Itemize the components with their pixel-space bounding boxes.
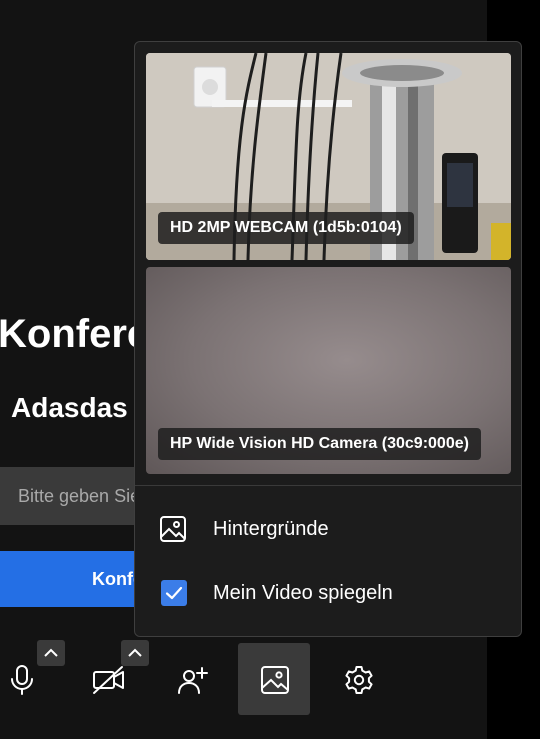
name-input[interactable]: Bitte geben Sie [0,467,150,525]
image-icon [160,516,186,542]
camera-label: HD 2MP WEBCAM (1d5b:0104) [158,212,414,244]
join-button[interactable]: Konferenz [0,551,180,607]
camera-label: HP Wide Vision HD Camera (30c9:000e) [158,428,481,460]
camera-button[interactable] [70,643,142,715]
checkmark-icon [165,586,183,600]
add-person-icon [178,667,208,694]
meeting-name: Adasdas [11,392,128,423]
microphone-button[interactable] [0,643,58,715]
camera-off-icon [93,666,124,694]
camera-preview-hp-wide-vision[interactable]: HP Wide Vision HD Camera (30c9:000e) [146,267,511,474]
menu-divider [135,485,521,486]
name-input-placeholder: Bitte geben Sie [18,486,141,506]
backgrounds-label: Hintergründe [213,518,329,540]
gear-icon [345,666,373,694]
video-settings-popup: HD 2MP WEBCAM (1d5b:0104) HP Wide Vision… [134,41,522,637]
mirror-video-label: Mein Video spiegeln [213,582,393,604]
mirror-video-menu-item[interactable]: Mein Video spiegeln [135,568,521,616]
background-button[interactable] [238,643,310,715]
invite-button[interactable] [153,643,225,715]
microphone-icon [11,665,33,695]
image-icon [261,666,289,694]
meeting-toolbar [0,640,487,720]
mirror-video-checkbox[interactable] [161,580,187,606]
backgrounds-menu-item[interactable]: Hintergründe [135,504,521,552]
settings-button[interactable] [322,643,394,715]
camera-preview-hd-2mp-webcam[interactable]: HD 2MP WEBCAM (1d5b:0104) [146,53,511,260]
